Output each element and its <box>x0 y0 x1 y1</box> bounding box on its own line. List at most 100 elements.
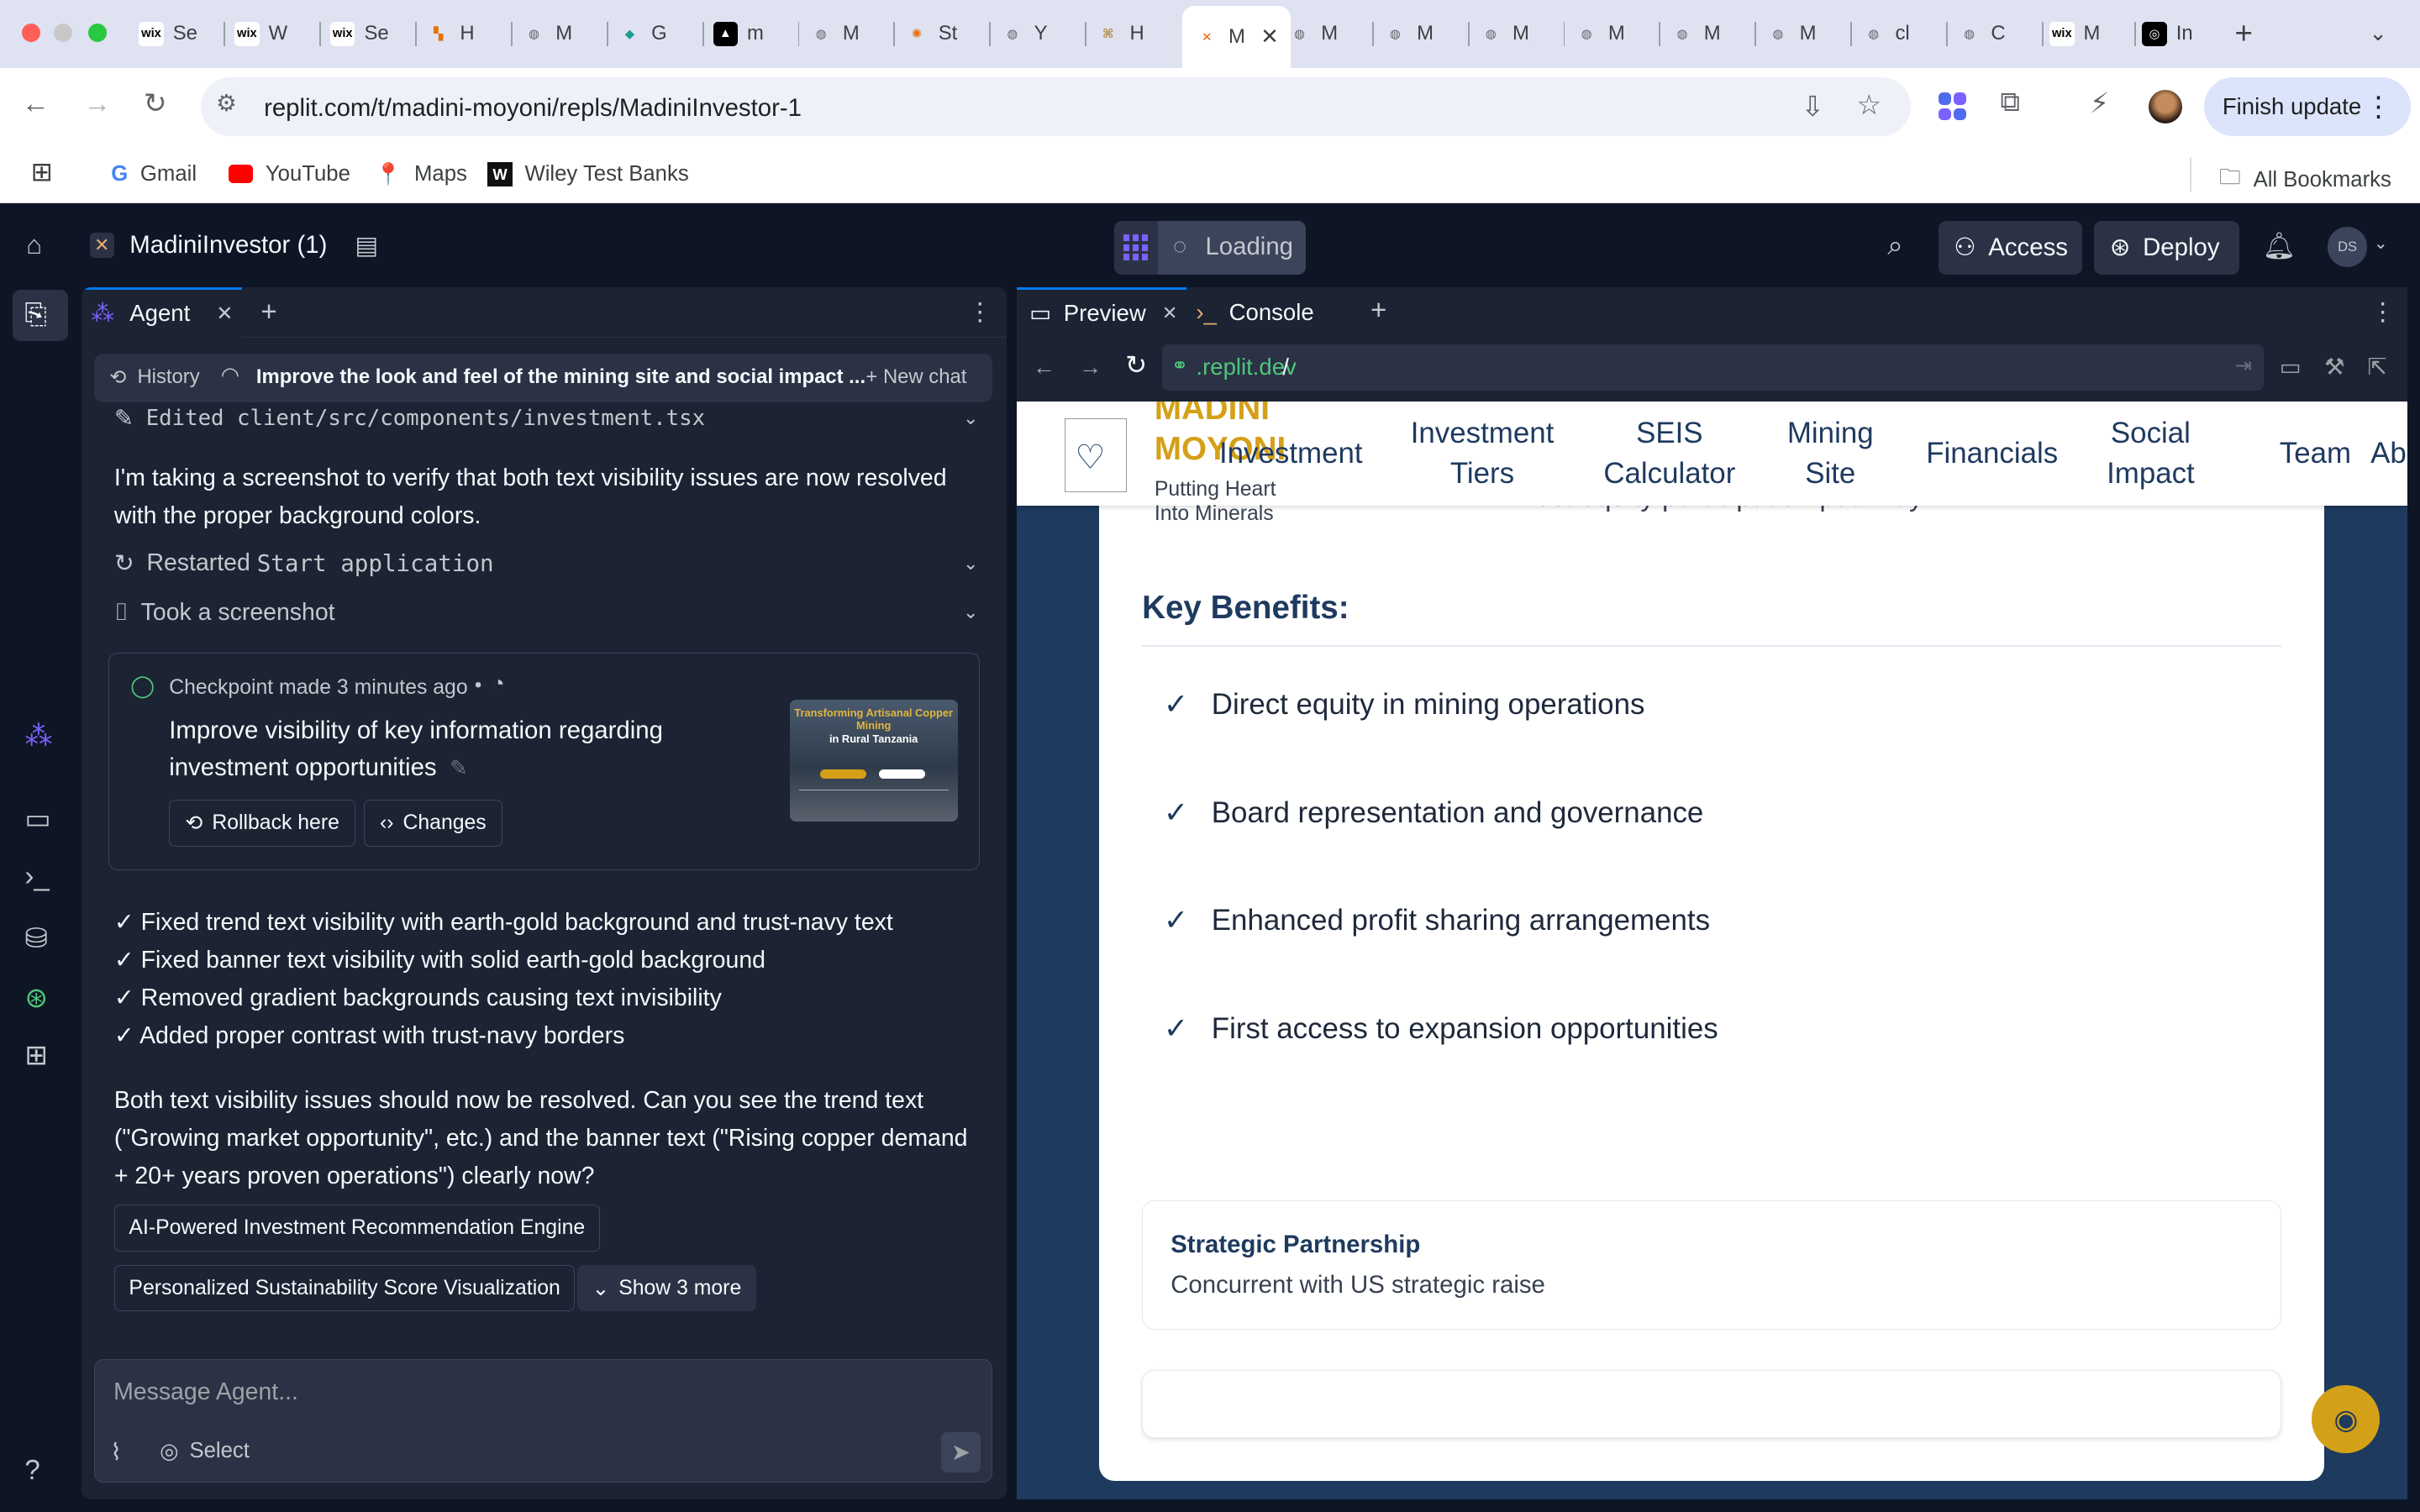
back-icon[interactable]: ← <box>1033 354 1056 381</box>
bookmark-star-icon[interactable]: ☆ <box>1857 88 1882 122</box>
chevron-down-icon[interactable]: ⌄ <box>2374 233 2388 254</box>
chat-title[interactable]: Improve the look and feel of the mining … <box>256 365 865 389</box>
webview-icon[interactable]: ▭ <box>24 802 50 836</box>
new-tab-button[interactable]: + <box>2235 13 2253 55</box>
preview-url-input[interactable]: ⚭ .replit.dev / ⇥ <box>1162 344 2265 391</box>
profile-avatar[interactable] <box>2148 89 2183 123</box>
all-tools-icon[interactable]: ⊞ <box>24 1038 48 1072</box>
close-icon[interactable]: ✕ <box>216 302 233 326</box>
tab-preview[interactable]: ▭ Preview ✕ <box>1017 286 1187 339</box>
forward-icon[interactable]: → <box>83 88 111 120</box>
extension-icon[interactable] <box>1938 92 1966 121</box>
checkpoint-thumbnail[interactable]: Transforming Artisanal Copper Mining in … <box>789 700 958 822</box>
back-icon[interactable]: ← <box>22 88 50 120</box>
reload-icon[interactable]: ↻ <box>144 87 167 120</box>
browser-tab[interactable]: wix Se <box>330 13 389 55</box>
rollback-button[interactable]: ⟲ Rollback here <box>169 800 356 847</box>
agent-icon[interactable]: ⁂ <box>24 719 52 753</box>
apps-grid-icon[interactable]: ⊞ <box>31 157 53 187</box>
deploy-button[interactable]: ⊛ Deploy <box>2094 220 2240 275</box>
send-icon[interactable]: ➤ <box>940 1432 981 1473</box>
message-input[interactable]: Message Agent... ⌇ ◎ Select ➤ <box>94 1359 992 1483</box>
search-icon[interactable]: ⌕ <box>1887 230 1903 262</box>
deployments-icon[interactable]: ⊛ <box>24 981 48 1015</box>
bookmark-gmail[interactable]: G Gmail <box>111 162 197 186</box>
add-tab-icon[interactable]: + <box>1370 295 1386 327</box>
browser-tab[interactable]: ✺ St <box>904 13 957 55</box>
add-tab-icon[interactable]: + <box>260 297 276 328</box>
avatar[interactable]: DS <box>2327 226 2368 267</box>
screenshot-row[interactable]: ⌷ Took a screenshot ⌄ <box>114 599 979 627</box>
tab-agent[interactable]: ⁂ Agent ✕ <box>82 286 243 339</box>
browser-tab[interactable]: ◍ M <box>1287 13 1338 55</box>
select-button[interactable]: ◎ Select <box>160 1439 250 1464</box>
shell-icon[interactable]: ›_ <box>24 861 49 893</box>
all-bookmarks[interactable]: 🗀 All Bookmarks <box>2219 162 2391 198</box>
attach-icon[interactable]: ⌇ <box>110 1439 121 1466</box>
performance-icon[interactable]: ⚡ <box>2090 87 2109 120</box>
home-icon[interactable]: ⌂ <box>26 230 42 260</box>
browser-tab[interactable]: ▲ m <box>713 13 764 55</box>
browser-tab[interactable]: wix M <box>2049 13 2100 55</box>
nav-link[interactable]: SEIS Calculator <box>1603 413 1735 494</box>
browser-tab[interactable]: ◍ M <box>1479 13 1529 55</box>
new-chat-button[interactable]: + New chat <box>865 365 966 389</box>
project-name[interactable]: MadiniInvestor (1) <box>129 231 327 260</box>
browser-tab[interactable]: ◍ cl <box>1861 13 1909 55</box>
close-icon[interactable]: ✕ <box>1162 302 1177 324</box>
browser-tab[interactable]: ▚ H <box>426 13 475 55</box>
browser-tab[interactable]: ◍ M <box>1765 13 1816 55</box>
menu-dots-icon[interactable]: ⋮ <box>968 297 992 327</box>
address-bar[interactable]: ⚙ replit.com/t/madini-moyoni/repls/Madin… <box>200 76 1911 136</box>
nav-link[interactable]: Team <box>2280 433 2351 474</box>
bell-icon[interactable]: 🔔︎ <box>2263 230 2296 261</box>
history-button[interactable]: History <box>137 365 199 389</box>
devices-icon[interactable]: ▭ <box>2280 354 2302 381</box>
forward-icon[interactable]: → <box>1079 354 1102 381</box>
show-more-button[interactable]: ⌄ Show 3 more <box>576 1265 756 1312</box>
browser-tab[interactable]: wix W <box>234 13 287 55</box>
browser-tab[interactable]: ◆ G <box>618 13 667 55</box>
browser-tab[interactable]: ◍ M <box>1574 13 1625 55</box>
edited-file-row[interactable]: ✎ Edited client/src/components/investmen… <box>114 404 979 432</box>
reload-icon[interactable]: ↻ <box>1125 350 1147 381</box>
browser-tab[interactable]: ◎ In <box>2142 13 2193 55</box>
minimize-window-button[interactable] <box>54 23 73 42</box>
browser-tab[interactable]: ◍ C <box>1957 13 2005 55</box>
maximize-window-button[interactable] <box>87 23 107 42</box>
browser-tab[interactable]: wix Se <box>139 13 197 55</box>
bookmark-youtube[interactable]: YouTube <box>228 162 350 186</box>
browser-tab[interactable]: ◍ M <box>808 13 860 55</box>
install-app-icon[interactable]: ⇩ <box>1801 90 1824 123</box>
nav-link[interactable]: Financials <box>1926 433 2058 474</box>
bookmark-wiley[interactable]: W Wiley Test Banks <box>487 161 689 187</box>
files-icon[interactable]: ⎘ <box>24 299 46 331</box>
browser-tab[interactable]: ◍ M <box>522 13 572 55</box>
extensions-puzzle-icon[interactable]: ⧉ <box>2000 87 2020 118</box>
access-button[interactable]: ⚇ Access <box>1938 220 2082 275</box>
bookmark-maps[interactable]: 📍 Maps <box>375 162 467 187</box>
finish-update-button[interactable]: Finish update ⋮ <box>2203 76 2411 136</box>
nav-link[interactable]: Social Impact <box>2107 413 2195 494</box>
restarted-row[interactable]: ↻ Restarted Start application ⌄ <box>114 549 979 578</box>
browser-tab[interactable]: ✕ M ✕ <box>1181 6 1292 68</box>
browser-tab[interactable]: ⌘ H <box>1096 13 1144 55</box>
go-arrow-icon[interactable]: ⇥ <box>2235 354 2252 378</box>
run-status[interactable]: ◌ Loading <box>1114 220 1306 275</box>
eye-icon[interactable]: ◉ <box>2312 1385 2381 1454</box>
nav-link[interactable]: Investment <box>1219 433 1363 474</box>
help-icon[interactable]: ? <box>24 1455 39 1487</box>
site-info-icon[interactable]: ⚙ <box>216 90 237 117</box>
project-info-icon[interactable]: ▤ <box>355 231 378 260</box>
url-text[interactable]: replit.com/t/madini-moyoni/repls/MadiniI… <box>264 94 802 123</box>
close-window-button[interactable] <box>21 23 40 42</box>
tab-console[interactable]: ›_ Console <box>1196 287 1313 339</box>
suggestion-chip[interactable]: AI-Powered Investment Recommendation Eng… <box>113 1205 600 1252</box>
site-logo[interactable]: ♡ <box>1065 417 1127 492</box>
suggestion-chip[interactable]: Personalized Sustainability Score Visual… <box>113 1265 576 1312</box>
changes-button[interactable]: ‹› Changes <box>363 800 503 847</box>
tab-search-button[interactable]: ⌄ <box>2369 13 2387 55</box>
pencil-icon[interactable]: ✎ <box>450 757 468 780</box>
devtools-icon[interactable]: ⚒ <box>2324 354 2345 381</box>
gauge-icon[interactable]: ◔ <box>492 672 505 696</box>
